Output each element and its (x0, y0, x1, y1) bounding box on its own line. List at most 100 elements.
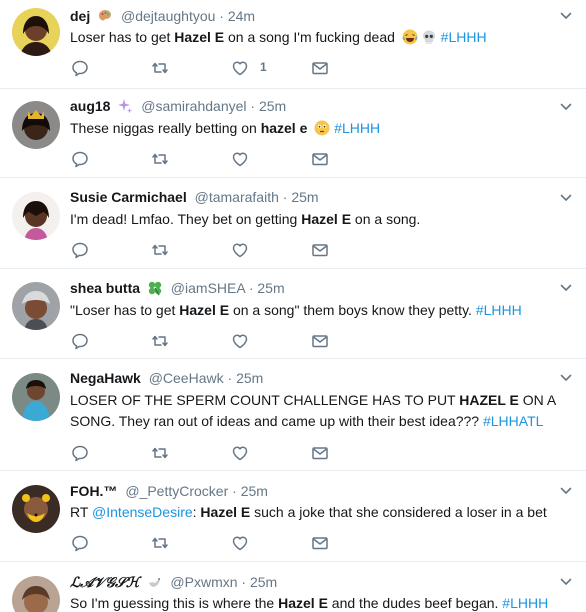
tweet[interactable]: dej @dejtaughtyou · 24m Loser has to get… (0, 0, 586, 89)
reply-icon[interactable] (70, 533, 90, 553)
skull-emoji-icon (421, 29, 437, 45)
user-handle[interactable]: @Pxwmxn (170, 574, 237, 590)
timestamp[interactable]: 25m (259, 98, 286, 114)
like-icon[interactable] (230, 240, 250, 260)
reply-icon[interactable] (70, 240, 90, 260)
hashtag-link[interactable]: #LHHH (476, 302, 522, 318)
flushed-face-emoji-icon (314, 120, 330, 136)
direct-message-icon[interactable] (310, 533, 330, 553)
tweet-header: Susie Carmichael @tamarafaith · 25m (70, 189, 319, 205)
display-name[interactable]: Susie Carmichael (70, 189, 187, 205)
tweet-actions (70, 240, 340, 260)
display-name[interactable]: NegaHawk (70, 370, 141, 386)
like-icon[interactable] (230, 443, 250, 463)
avatar[interactable] (12, 485, 60, 533)
timestamp[interactable]: 25m (236, 370, 263, 386)
user-handle[interactable]: @tamarafaith (195, 189, 279, 205)
direct-message-icon[interactable] (310, 240, 330, 260)
hashtag-link[interactable]: #LHHH (502, 595, 548, 611)
display-name[interactable]: dej (70, 8, 90, 24)
avatar[interactable] (12, 101, 60, 149)
timestamp[interactable]: 25m (241, 483, 268, 499)
tweet-actions: 1 (70, 58, 340, 78)
tweet[interactable]: Susie Carmichael @tamarafaith · 25m I'm … (0, 178, 586, 269)
dove-emoji-icon (147, 574, 163, 590)
direct-message-icon[interactable] (310, 58, 330, 78)
user-handle[interactable]: @CeeHawk (149, 370, 224, 386)
palette-emoji-icon (97, 8, 113, 24)
user-handle[interactable]: @iamSHEA (171, 280, 245, 296)
display-name[interactable]: ℒ𝒜𝒱𝒢𝒮ℋ (70, 574, 140, 590)
retweet-icon[interactable] (150, 149, 170, 169)
hashtag-link[interactable]: #LHHH (441, 29, 487, 45)
reply-icon[interactable] (70, 58, 90, 78)
tweet-header: shea butta @iamSHEA · 25m (70, 280, 285, 296)
avatar[interactable] (12, 282, 60, 330)
avatar[interactable] (12, 192, 60, 240)
caret-down-icon[interactable] (560, 10, 572, 22)
reply-icon[interactable] (70, 443, 90, 463)
tweet-header: FOH.™ @_PettyCrocker · 25m (70, 483, 268, 499)
direct-message-icon[interactable] (310, 443, 330, 463)
like-icon[interactable] (230, 149, 250, 169)
tweet-text: These niggas really betting on hazel e #… (70, 120, 381, 136)
sparkles-emoji-icon (117, 98, 133, 114)
retweet-icon[interactable] (150, 331, 170, 351)
caret-down-icon[interactable] (560, 372, 572, 384)
tweet[interactable]: NegaHawk @CeeHawk · 25m LOSER OF THE SPE… (0, 359, 586, 471)
laughing-emoji-icon (402, 29, 418, 45)
caret-down-icon[interactable] (560, 282, 572, 294)
tweet[interactable]: shea butta @iamSHEA · 25m "Loser has to … (0, 269, 586, 359)
tweet-actions (70, 443, 340, 463)
avatar[interactable] (12, 8, 60, 56)
user-handle[interactable]: @_PettyCrocker (125, 483, 228, 499)
tweet-feed: dej @dejtaughtyou · 24m Loser has to get… (0, 0, 586, 612)
tweet-header: NegaHawk @CeeHawk · 25m (70, 370, 264, 386)
tweet-text: LOSER OF THE SPERM COUNT CHALLENGE HAS T… (70, 392, 556, 429)
like-count[interactable]: 1 (260, 60, 267, 74)
retweet-icon[interactable] (150, 240, 170, 260)
direct-message-icon[interactable] (310, 149, 330, 169)
hashtag-link[interactable]: #LHHATL (483, 413, 543, 429)
tweet[interactable]: ℒ𝒜𝒱𝒢𝒮ℋ @Pxwmxn · 25m So I'm guessing thi… (0, 562, 586, 612)
like-icon[interactable] (230, 533, 250, 553)
tweet[interactable]: FOH.™ @_PettyCrocker · 25m RT @IntenseDe… (0, 471, 586, 562)
user-handle[interactable]: @dejtaughtyou (121, 8, 215, 24)
tweet-header: aug18 @samirahdanyel · 25m (70, 98, 287, 114)
direct-message-icon[interactable] (310, 331, 330, 351)
reply-icon[interactable] (70, 149, 90, 169)
caret-down-icon[interactable] (560, 576, 572, 588)
caret-down-icon[interactable] (560, 192, 572, 204)
avatar[interactable] (12, 576, 60, 612)
tweet-actions (70, 533, 340, 553)
avatar[interactable] (12, 373, 60, 421)
tweet[interactable]: aug18 @samirahdanyel · 25m These niggas … (0, 89, 586, 178)
timestamp[interactable]: 25m (257, 280, 284, 296)
retweet-icon[interactable] (150, 443, 170, 463)
tweet-text: So I'm guessing this is where the Hazel … (70, 595, 549, 611)
timestamp[interactable]: 25m (291, 189, 318, 205)
tweet-header: ℒ𝒜𝒱𝒢𝒮ℋ @Pxwmxn · 25m (70, 574, 278, 590)
tweet-text: RT @IntenseDesire: Hazel E such a joke t… (70, 504, 547, 520)
caret-down-icon[interactable] (560, 485, 572, 497)
display-name[interactable]: FOH.™ (70, 483, 117, 499)
retweet-icon[interactable] (150, 58, 170, 78)
timestamp[interactable]: 24m (228, 8, 255, 24)
like-icon[interactable] (230, 331, 250, 351)
tweet-actions (70, 331, 340, 351)
four-leaf-clover-emoji-icon (147, 280, 163, 296)
like-icon[interactable] (230, 58, 250, 78)
timestamp[interactable]: 25m (250, 574, 277, 590)
mention-link[interactable]: @IntenseDesire (92, 504, 193, 520)
tweet-header: dej @dejtaughtyou · 24m (70, 8, 256, 24)
user-handle[interactable]: @samirahdanyel (141, 98, 246, 114)
hashtag-link[interactable]: #LHHH (334, 120, 380, 136)
tweet-text: Loser has to get Hazel E on a song I'm f… (70, 29, 487, 45)
tweet-text: I'm dead! Lmfao. They bet on getting Haz… (70, 211, 421, 227)
display-name[interactable]: shea butta (70, 280, 140, 296)
caret-down-icon[interactable] (560, 101, 572, 113)
reply-icon[interactable] (70, 331, 90, 351)
display-name[interactable]: aug18 (70, 98, 110, 114)
tweet-actions (70, 149, 340, 169)
retweet-icon[interactable] (150, 533, 170, 553)
